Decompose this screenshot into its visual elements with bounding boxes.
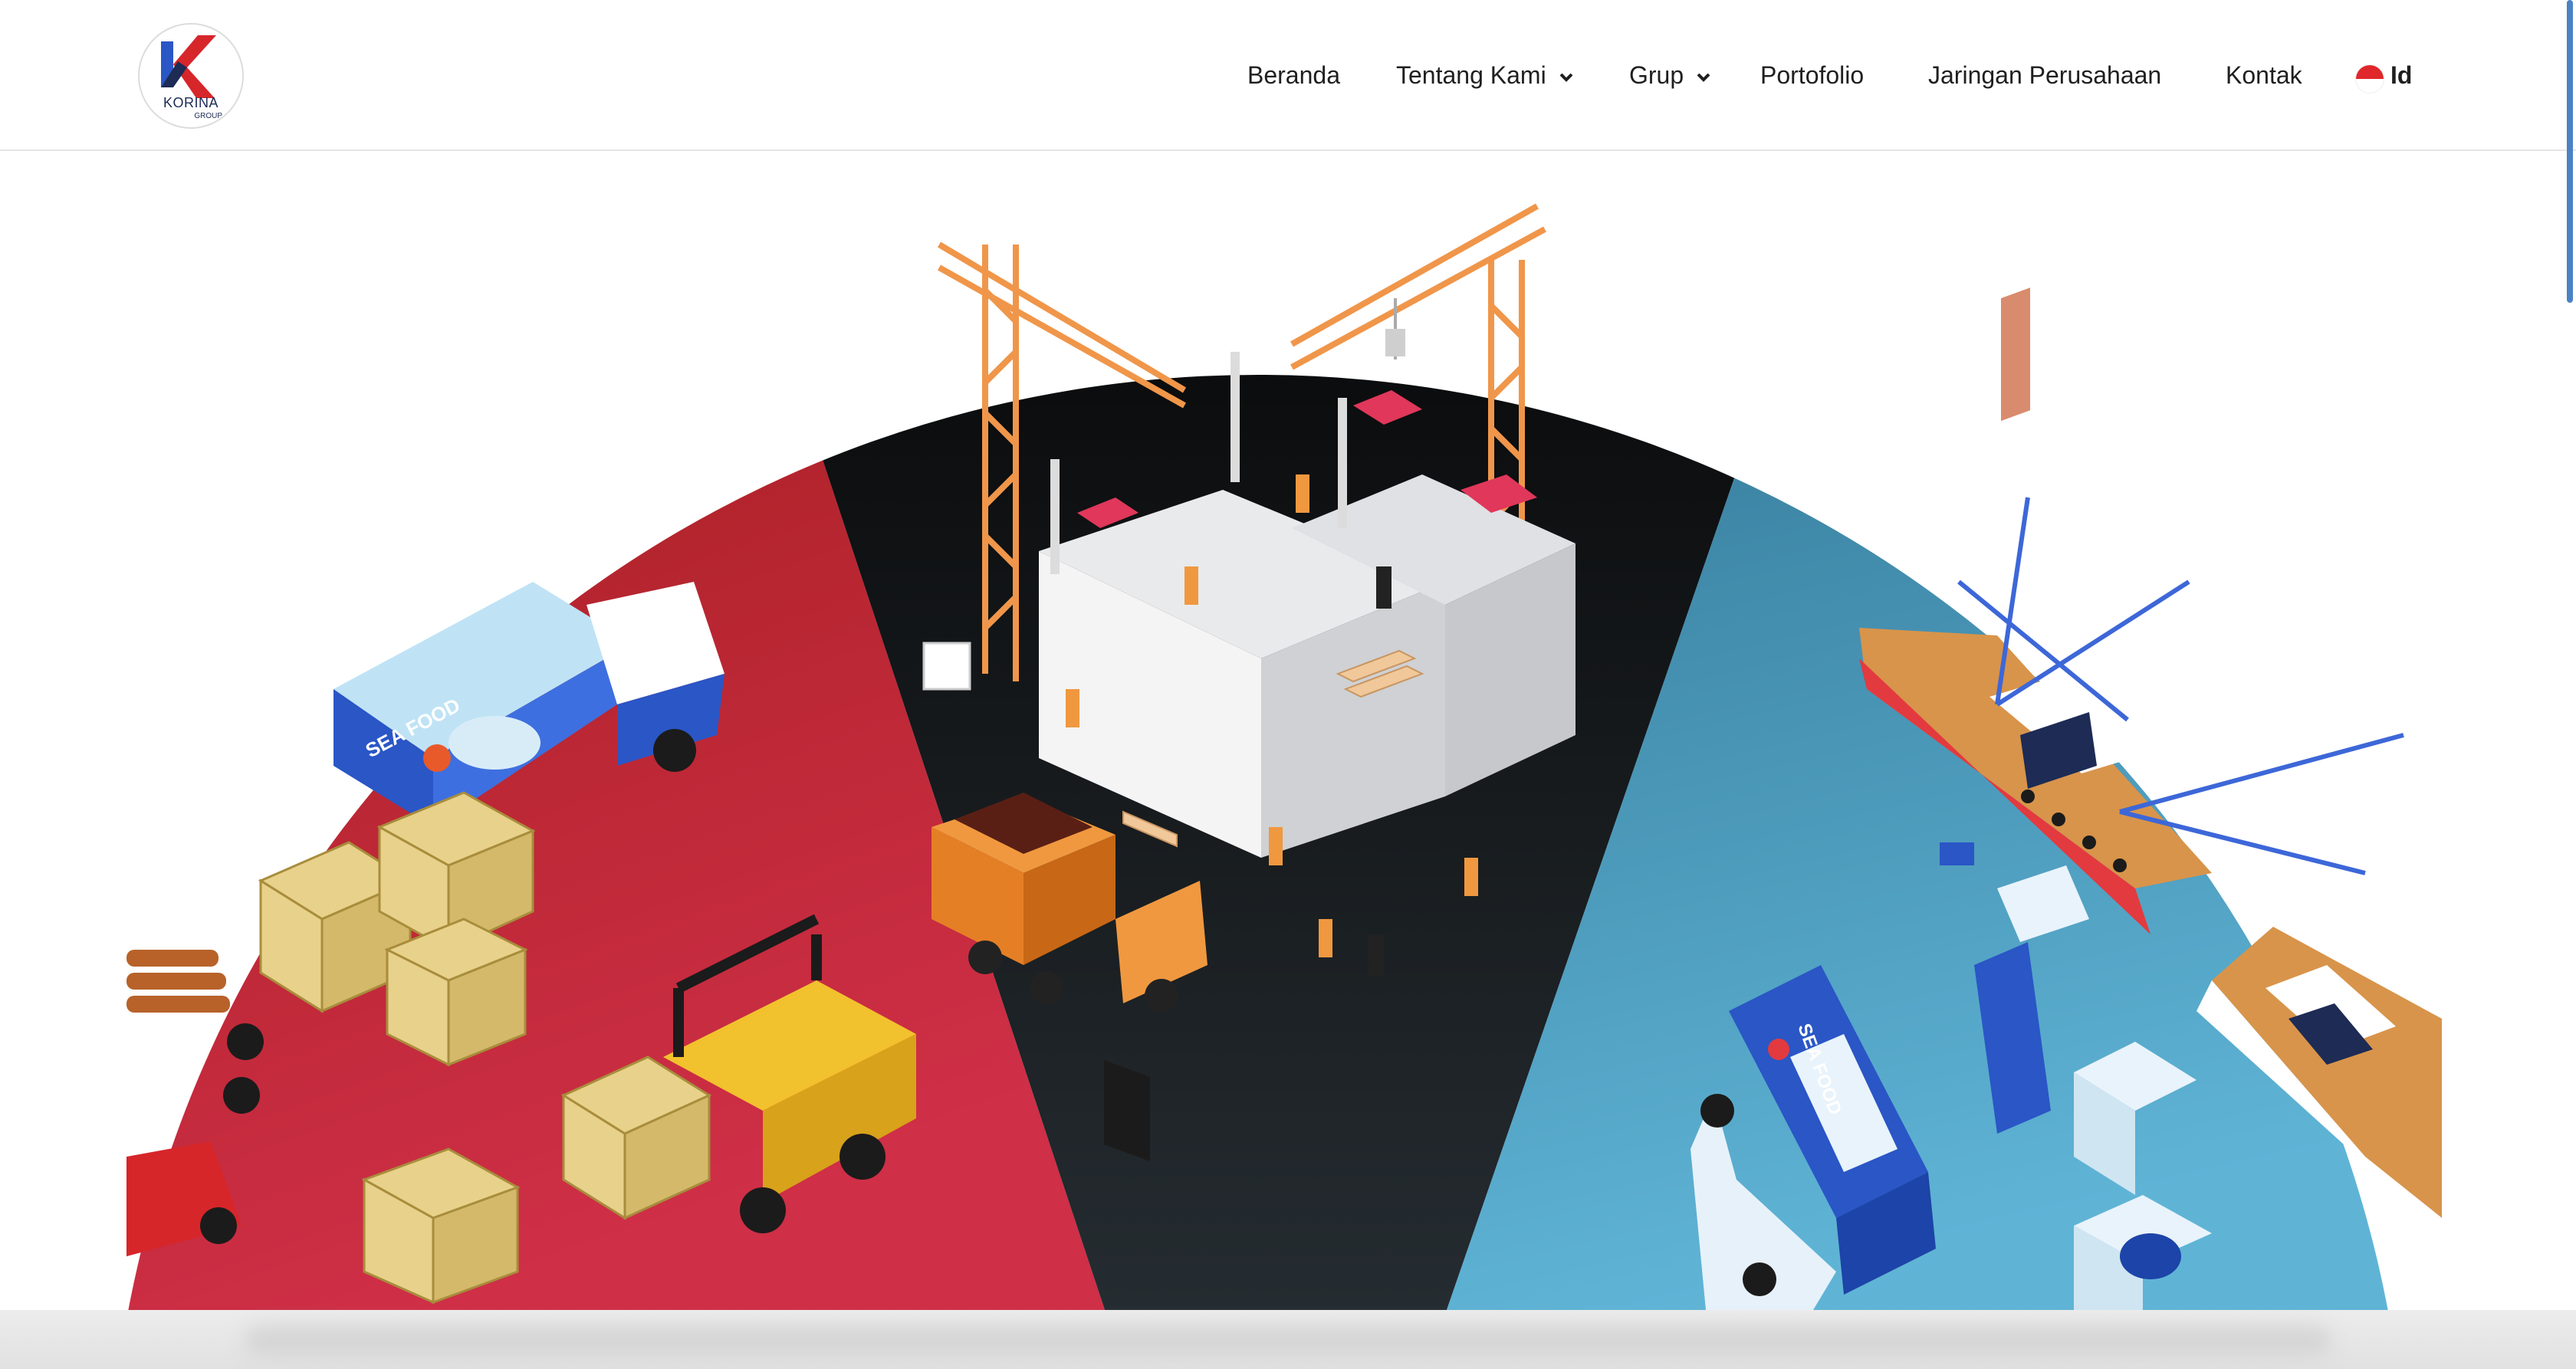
main-nav: Beranda Tentang Kami Grup Portofolio Jar…	[0, 0, 2576, 151]
nav-tentang-kami[interactable]: Tentang Kami	[1396, 60, 1573, 90]
nav-beranda[interactable]: Beranda	[1247, 60, 1340, 90]
nav-label: Kontak	[2226, 61, 2302, 89]
indonesia-flag-icon[interactable]	[2355, 64, 2384, 94]
card-shadow	[245, 1326, 2331, 1357]
nav-label: Portofolio	[1760, 61, 1865, 89]
nav-label: Beranda	[1247, 61, 1340, 89]
hero-banner: SEA FOOD SEA FOOD	[127, 153, 2442, 1310]
nav-grup[interactable]: Grup	[1629, 60, 1710, 90]
nav-jaringan-perusahaan[interactable]: Jaringan Perusahaan	[1928, 60, 2161, 90]
chevron-down-icon	[1697, 73, 1710, 82]
site-header: KORINA GROUP Beranda Tentang Kami Grup P…	[0, 0, 2576, 151]
nav-portofolio[interactable]: Portofolio	[1760, 60, 1864, 90]
page-scrollbar[interactable]	[2567, 0, 2573, 303]
chevron-down-icon	[1559, 73, 1572, 82]
nav-label: Jaringan Perusahaan	[1928, 61, 2162, 89]
nav-label: Grup	[1629, 61, 1684, 89]
nav-label: Tentang Kami	[1396, 61, 1546, 89]
language-switcher[interactable]: Id	[2390, 60, 2412, 90]
hero-illustration: SEA FOOD SEA FOOD	[127, 203, 2442, 1310]
nav-kontak[interactable]: Kontak	[2226, 60, 2302, 90]
